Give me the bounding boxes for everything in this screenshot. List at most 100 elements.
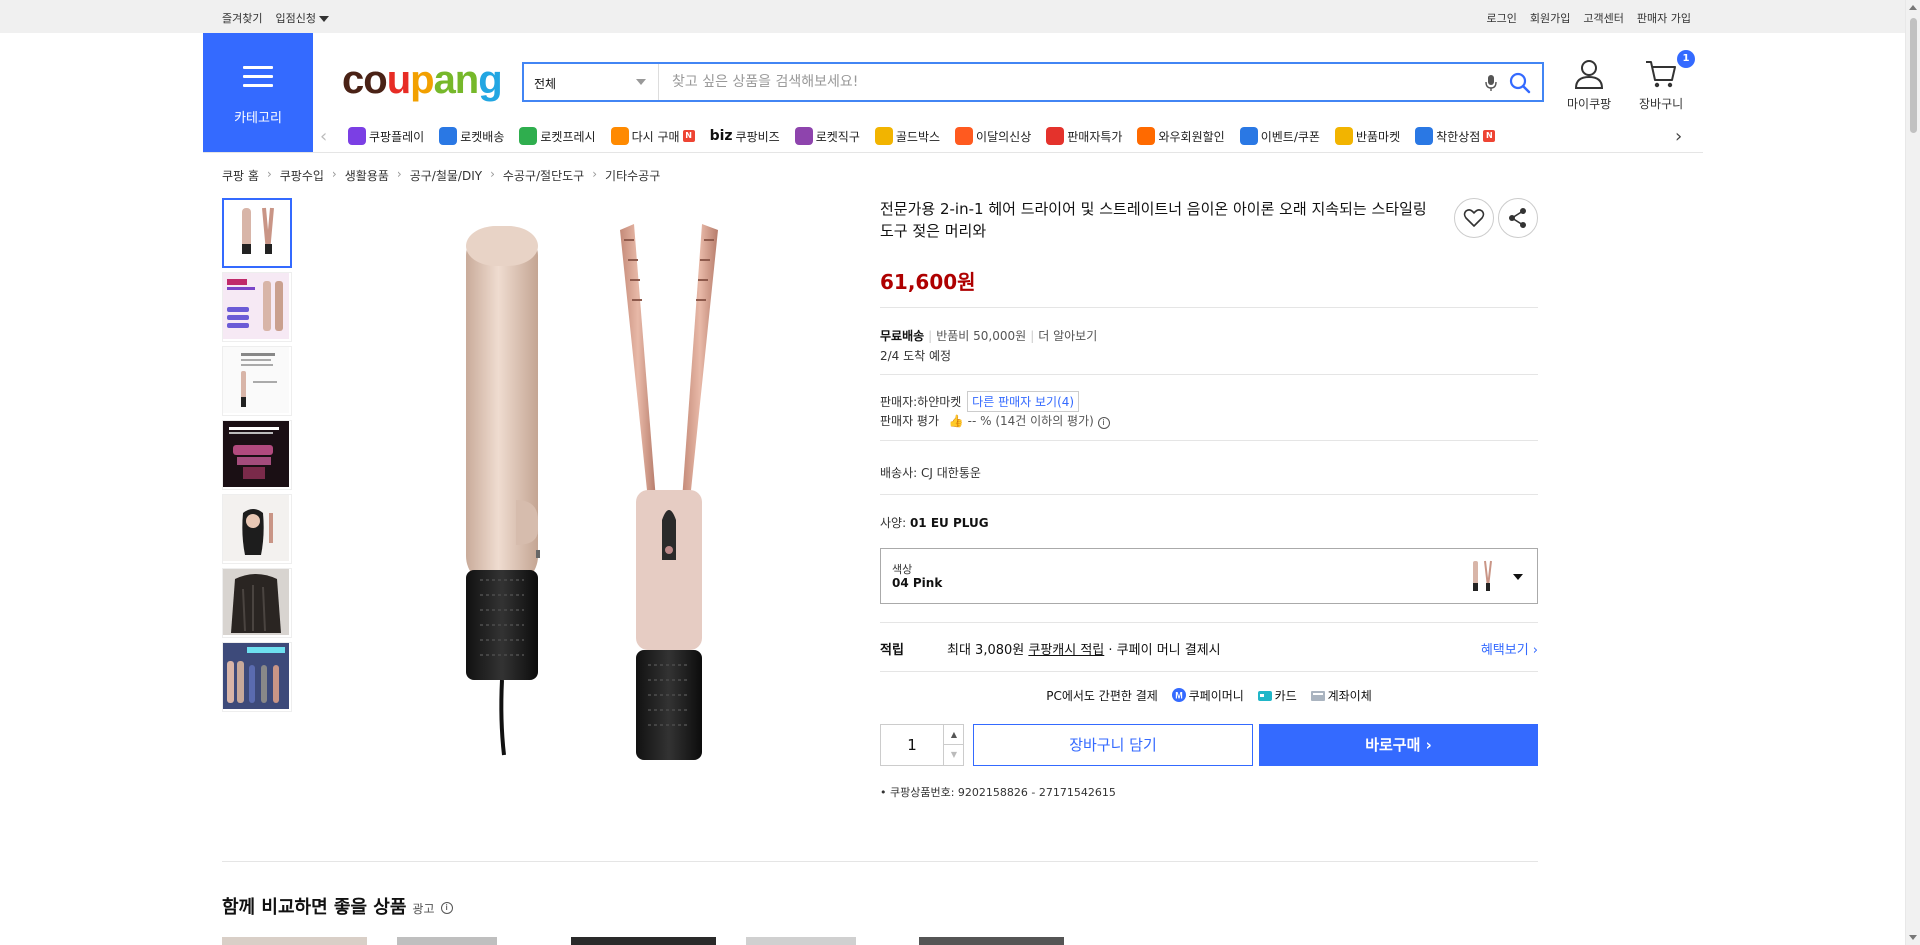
category-nav: ‹ 쿠팡플레이 로켓배송 로켓프레시 다시 구매 N biz 쿠팡비즈 로켓직구 골드박스 이달의… (320, 122, 1700, 152)
product-thumbnail[interactable] (222, 272, 292, 342)
coupang-cash-link[interactable]: 쿠팡캐시 적립 (1028, 643, 1104, 658)
add-to-cart-button[interactable]: 장바구니 담기 (973, 724, 1253, 766)
category-nav-item[interactable]: biz 쿠팡비즈 (710, 127, 780, 145)
cart-button[interactable]: 1 장바구니 (1639, 50, 1695, 112)
breadcrumb-item[interactable]: 쿠팡수입 (280, 167, 324, 184)
category-nav-item[interactable]: 착한상점 N (1415, 127, 1496, 145)
scroll-up-icon[interactable] (1909, 5, 1917, 10)
category-nav-label: 로켓배송 (460, 129, 505, 144)
nav-prev-arrow-icon[interactable]: ‹ (320, 126, 327, 147)
product-thumbnail[interactable] (222, 568, 292, 638)
bookmark-link[interactable]: 즐겨찾기 (222, 10, 262, 26)
logo-part: p (410, 58, 434, 102)
buy-now-button[interactable]: 바로구매 › (1259, 724, 1538, 766)
seller-name[interactable]: 하얀마켓 (917, 395, 961, 409)
category-nav-label: 반품마켓 (1355, 129, 1401, 144)
product-thumbnail[interactable] (222, 420, 292, 490)
recommended-item-image[interactable] (222, 937, 367, 945)
pay-method: 쿠페이머니 (1188, 689, 1244, 703)
main-product-image[interactable] (420, 200, 820, 760)
new-badge: N (1483, 130, 1496, 142)
partner-apply-label: 입점신청 (275, 12, 316, 25)
product-thumbnail[interactable] (222, 198, 292, 268)
info-icon[interactable]: i (1097, 417, 1110, 429)
return-fee: 반품비 50,000원 (936, 329, 1027, 343)
wishlist-button[interactable] (1454, 198, 1494, 238)
category-nav-item[interactable]: 와우회원할인 (1137, 127, 1225, 145)
option-value: 04 Pink (892, 576, 943, 590)
reward-text: 최대 3,080원 쿠팡캐시 적립 · 쿠페이 머니 결제시 (947, 639, 1221, 658)
recommended-item-image[interactable] (919, 937, 1064, 945)
benefits-link[interactable]: 혜택보기 › (1481, 639, 1538, 658)
divider (880, 440, 1538, 441)
section-divider (222, 861, 1538, 862)
page-scrollbar[interactable] (1905, 0, 1920, 945)
bank-transfer-icon (1310, 690, 1325, 704)
breadcrumb-item[interactable]: 기타수공구 (605, 167, 660, 184)
learn-more-link[interactable]: 더 알아보기 (1038, 329, 1097, 343)
breadcrumb-item[interactable]: 수공구/절단도구 (503, 167, 584, 184)
category-nav-label: 쿠팡플레이 (369, 129, 425, 144)
category-nav-item[interactable]: 이벤트/쿠폰 (1239, 127, 1320, 145)
partner-apply-link[interactable]: 입점신청 (275, 10, 329, 26)
scroll-down-icon[interactable] (1909, 935, 1917, 940)
reward-label: 적립 (880, 643, 904, 658)
quantity-input[interactable]: 1 (881, 725, 943, 765)
category-nav-item[interactable]: 로켓프레시 (519, 127, 596, 145)
category-icon (955, 127, 974, 145)
breadcrumb-item[interactable]: 공구/철물/DIY (410, 167, 482, 184)
quantity-increase-icon[interactable]: ▲ (943, 725, 964, 745)
caret-down-icon (318, 16, 329, 22)
search-input[interactable] (670, 70, 1470, 94)
breadcrumb-item[interactable]: 생활용품 (345, 167, 389, 184)
login-link[interactable]: 로그인 (1487, 10, 1517, 26)
breadcrumb-separator: › (331, 167, 337, 181)
divider (880, 671, 1538, 672)
nav-next-arrow-icon[interactable]: › (1675, 126, 1682, 147)
seller-signup-link[interactable]: 판매자 가입 (1637, 10, 1691, 26)
customer-center-link[interactable]: 고객센터 (1583, 10, 1623, 26)
category-nav-label: 로켓직구 (815, 129, 860, 144)
category-nav-item[interactable]: 다시 구매 N (610, 127, 695, 145)
info-icon[interactable]: i (440, 902, 453, 914)
breadcrumb-item[interactable]: 쿠팡 홈 (222, 167, 259, 184)
recommended-item-image[interactable] (571, 937, 716, 945)
color-option-select[interactable]: 색상 04 Pink (880, 548, 1538, 604)
microphone-icon[interactable] (1484, 74, 1498, 92)
category-menu-button[interactable]: 카테고리 (203, 33, 313, 152)
signup-link[interactable]: 회원가입 (1530, 10, 1570, 26)
category-nav-item[interactable]: 로켓직구 (794, 127, 860, 145)
my-coupang-button[interactable]: 마이쿠팡 (1567, 58, 1611, 112)
divider (880, 307, 1538, 308)
category-nav-item[interactable]: 반품마켓 (1334, 127, 1401, 145)
product-thumbnail[interactable] (222, 642, 292, 712)
search-icon[interactable] (1508, 71, 1532, 95)
seller-rating-value: -- % (14건 이하의 평가) (967, 414, 1094, 428)
category-nav-item[interactable]: 로켓배송 (439, 127, 504, 145)
category-nav-item[interactable]: 이달의신상 (955, 127, 1031, 145)
product-thumbnail[interactable] (222, 346, 292, 416)
category-nav-label: 골드박스 (895, 129, 941, 144)
seller-rating-label: 판매자 평가 (880, 414, 940, 428)
category-nav-label: 이달의신상 (976, 129, 1032, 144)
user-icon (1575, 60, 1604, 89)
quantity-decrease-icon[interactable]: ▼ (943, 745, 964, 765)
other-sellers-link[interactable]: 다른 판매자 보기(4) (967, 391, 1080, 412)
pay-method: 카드 (1274, 689, 1297, 703)
search-category-select[interactable]: 전체 (524, 64, 659, 100)
category-nav-item[interactable]: 판매자특가 (1046, 127, 1122, 145)
carrier-row: 배송사: CJ 대한통운 (880, 464, 981, 481)
category-nav-label: 쿠팡비즈 (735, 129, 780, 144)
category-nav-item[interactable]: 골드박스 (874, 127, 941, 145)
coupang-logo[interactable]: coupang (342, 58, 503, 102)
divider (880, 622, 1538, 623)
scrollbar-thumb[interactable] (1910, 18, 1917, 133)
recommended-item-image[interactable] (746, 937, 856, 945)
coupay-money-icon: M (1171, 688, 1186, 705)
recommended-item-image[interactable] (397, 937, 497, 945)
category-icon (1415, 127, 1434, 145)
category-icon (1334, 127, 1353, 145)
category-nav-item[interactable]: 쿠팡플레이 (348, 127, 424, 145)
share-button[interactable] (1498, 198, 1538, 238)
product-thumbnail[interactable] (222, 494, 292, 564)
